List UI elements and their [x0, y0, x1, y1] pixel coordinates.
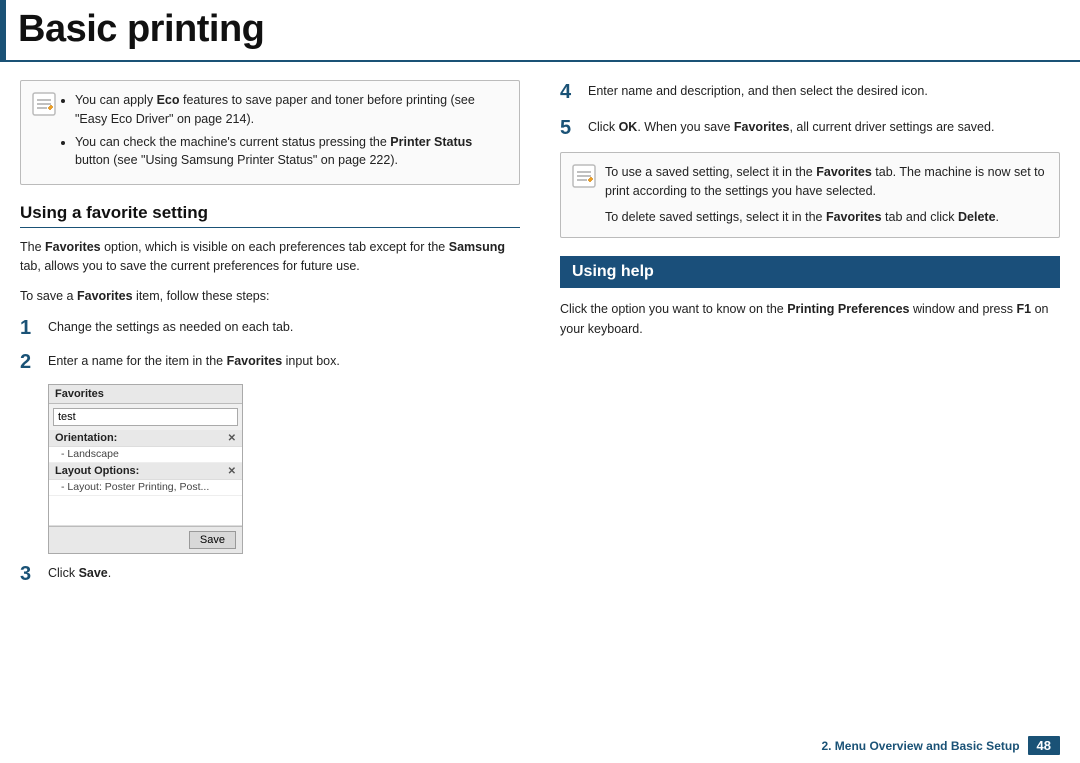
note-bullet-2: You can check the machine's current stat…: [75, 133, 505, 171]
step-4: 4 Enter name and description, and then s…: [560, 80, 1060, 104]
page-header: Basic printing: [0, 0, 1080, 62]
dialog-item-orientation-header: Orientation: ✕: [49, 430, 242, 447]
step-5: 5 Click OK. When you save Favorites, all…: [560, 116, 1060, 140]
layout-label: Layout Options:: [55, 465, 139, 477]
dialog-input[interactable]: [53, 408, 238, 426]
right-note-icon: [571, 163, 597, 189]
dialog-empty-space: [49, 496, 242, 526]
step-text-1: Change the settings as needed on each ta…: [48, 316, 293, 337]
steps-1-3: 1 Change the settings as needed on each …: [20, 316, 520, 586]
step-text-5: Click OK. When you save Favorites, all c…: [588, 116, 994, 137]
step-3: 3 Click Save.: [20, 562, 520, 586]
intro-para-2: To save a Favorites item, follow these s…: [20, 287, 520, 306]
main-content: You can apply Eco features to save paper…: [0, 80, 1080, 596]
favorites-dialog: Favorites Orientation: ✕ - Landscape Lay…: [48, 384, 243, 554]
note-icon: [31, 91, 57, 117]
intro-para-1: The Favorites option, which is visible o…: [20, 238, 520, 277]
layout-close[interactable]: ✕: [228, 466, 236, 477]
using-help-header: Using help: [560, 256, 1060, 288]
using-help-text: Click the option you want to know on the…: [560, 300, 1060, 339]
dialog-title: Favorites: [49, 385, 242, 404]
dialog-save-button[interactable]: Save: [189, 531, 236, 549]
dialog-item-poster: - Layout: Poster Printing, Post...: [49, 480, 242, 496]
right-note-line-1: To use a saved setting, select it in the…: [605, 163, 1045, 202]
orientation-label: Orientation:: [55, 432, 117, 444]
right-note-line-2: To delete saved settings, select it in t…: [605, 208, 1045, 227]
note-bullet-1: You can apply Eco features to save paper…: [75, 91, 505, 129]
step-1: 1 Change the settings as needed on each …: [20, 316, 520, 340]
dialog-footer: Save: [49, 526, 242, 553]
step-num-4: 4: [560, 80, 588, 104]
page-footer: 2. Menu Overview and Basic Setup 48: [821, 736, 1060, 755]
orientation-close[interactable]: ✕: [228, 433, 236, 444]
page-title: Basic printing: [6, 0, 264, 60]
right-note-box: To use a saved setting, select it in the…: [560, 152, 1060, 238]
step-2: 2 Enter a name for the item in the Favor…: [20, 350, 520, 374]
right-column: 4 Enter name and description, and then s…: [550, 80, 1060, 596]
step-num-2: 2: [20, 350, 48, 374]
step-num-1: 1: [20, 316, 48, 340]
footer-page-number: 48: [1028, 736, 1060, 755]
step-num-3: 3: [20, 562, 48, 586]
section-heading-favorites: Using a favorite setting: [20, 203, 520, 228]
top-note-box: You can apply Eco features to save paper…: [20, 80, 520, 185]
step-text-2: Enter a name for the item in the Favorit…: [48, 350, 340, 371]
note-bullet-list: You can apply Eco features to save paper…: [65, 91, 505, 170]
step-text-4: Enter name and description, and then sel…: [588, 80, 928, 101]
dialog-item-landscape: - Landscape: [49, 447, 242, 463]
steps-4-5: 4 Enter name and description, and then s…: [560, 80, 1060, 140]
dialog-item-layout-header: Layout Options: ✕: [49, 463, 242, 480]
left-column: You can apply Eco features to save paper…: [20, 80, 550, 596]
step-num-5: 5: [560, 116, 588, 140]
footer-label: 2. Menu Overview and Basic Setup: [821, 739, 1019, 753]
step-text-3: Click Save.: [48, 562, 111, 583]
